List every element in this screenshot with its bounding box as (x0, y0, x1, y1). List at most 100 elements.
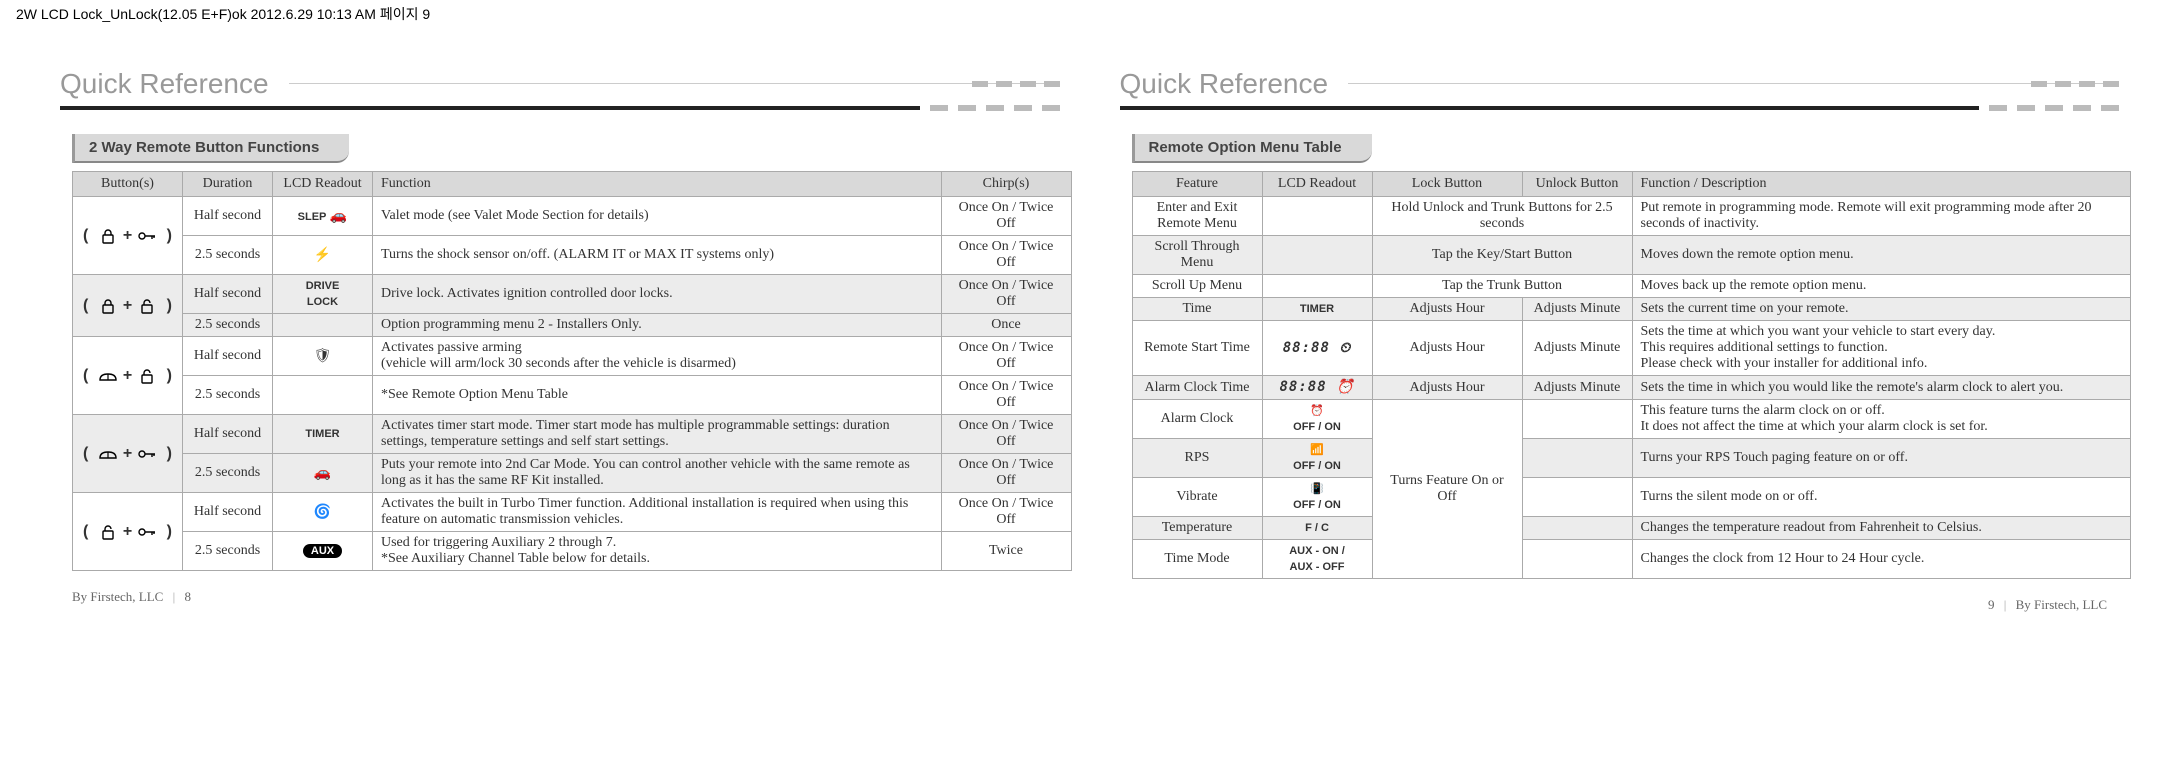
heavy-rule (1120, 106, 2120, 110)
desc-cell: Turns your RPS Touch paging feature on o… (1632, 439, 2131, 478)
footer-page: 9 (1988, 597, 1995, 612)
footer-page: 8 (184, 589, 191, 604)
function-cell: Activates passive arming (vehicle will a… (373, 337, 942, 376)
table-row: ( + )Half secondTIMERActivates timer sta… (73, 415, 1072, 454)
chirp-cell: Twice (941, 532, 1071, 571)
passive-icon: 🛡 (314, 349, 332, 364)
chirp-cell: Once On / Twice Off (941, 337, 1071, 376)
feature-cell: Scroll Up Menu (1132, 275, 1262, 298)
table-row: Vibrate📳 OFF / ONTurns the silent mode o… (1132, 478, 2131, 517)
table-row: 2.5 secondsAUXUsed for triggering Auxili… (73, 532, 1072, 571)
lock-icon (97, 298, 119, 314)
lcd-text: TIMER (305, 428, 339, 440)
lcd-cell: TIMER (1262, 298, 1372, 321)
table-row: 2.5 seconds 🚗 Puts your remote into 2nd C… (73, 454, 1072, 493)
desc-cell: Turns the silent mode on or off. (1632, 478, 2131, 517)
trunk-icon (97, 446, 119, 462)
function-cell: Activates timer start mode. Timer start … (373, 415, 942, 454)
option-menu-table: Feature LCD Readout Lock Button Unlock B… (1132, 171, 2132, 579)
lcd-cell: ⏰ OFF / ON (1262, 400, 1372, 439)
table-row: ( + )Half second 🛡Activates passive armi… (73, 337, 1072, 376)
function-cell: Valet mode (see Valet Mode Section for d… (373, 197, 942, 236)
col-feature: Feature (1132, 172, 1262, 197)
duration-cell: 2.5 seconds (183, 532, 273, 571)
button-functions-table: Button(s) Duration LCD Readout Function … (72, 171, 1072, 571)
feature-cell: Alarm Clock (1132, 400, 1262, 439)
unlock-cell: Adjusts Minute (1522, 298, 1632, 321)
table-row: Time ModeAUX - ON / AUX - OFF Changes the… (1132, 540, 2131, 579)
table-row: Enter and Exit Remote MenuHold Unlock an… (1132, 197, 2131, 236)
duration-cell: 2.5 seconds (183, 454, 273, 493)
table-row: Alarm Clock Time88:88 ⏰Adjusts HourAdjus… (1132, 376, 2131, 400)
feature-cell: Enter and Exit Remote Menu (1132, 197, 1262, 236)
desc-cell: Moves back up the remote option menu. (1632, 275, 2131, 298)
lcd-cell: TIMER (273, 415, 373, 454)
unlock-cell (1522, 400, 1632, 439)
table-row: ( + )Half second 🌀Activates the built in… (73, 493, 1072, 532)
lcd-cell: AUX - ON / AUX - OFF (1262, 540, 1372, 579)
lcd-cell: ⚡ (273, 236, 373, 275)
lock-cell: Adjusts Hour (1372, 298, 1522, 321)
lcd-cell (1262, 275, 1372, 298)
chirp-cell: Once On / Twice Off (941, 493, 1071, 532)
lcd-cell: 📶 OFF / ON (1262, 439, 1372, 478)
function-cell: Activates the built in Turbo Timer funct… (373, 493, 942, 532)
col-lcd: LCD Readout (1262, 172, 1372, 197)
lcd-cell (1262, 236, 1372, 275)
sleep-car-icon: 🚗 (330, 209, 347, 224)
feature-cell: Alarm Clock Time (1132, 376, 1262, 400)
unlock-cell (1522, 439, 1632, 478)
duration-cell: 2.5 seconds (183, 376, 273, 415)
desc-cell: Changes the clock from 12 Hour to 24 Hou… (1632, 540, 2131, 579)
unlock-cell (1522, 540, 1632, 579)
desc-cell: This feature turns the alarm clock on or… (1632, 400, 2131, 439)
desc-cell: Moves down the remote option menu. (1632, 236, 2131, 275)
lcd-cell: 88:88 ⏰ (1262, 376, 1372, 400)
button-combo-cell: ( + ) (73, 337, 183, 415)
lcd-text: TIMER (1300, 303, 1334, 315)
feature-cell: Scroll Through Menu (1132, 236, 1262, 275)
feature-cell: Time Mode (1132, 540, 1262, 579)
table-row: TimeTIMERAdjusts HourAdjusts MinuteSets … (1132, 298, 2131, 321)
lcd-text: 📳 OFF / ON (1293, 483, 1341, 511)
function-cell: Option programming menu 2 - Installers O… (373, 314, 942, 337)
desc-cell: Sets the current time on your remote. (1632, 298, 2131, 321)
lock-unlock-merged-cell: Tap the Key/Start Button (1372, 236, 1632, 275)
right-page: Quick Reference Remote Option Menu Table… (1120, 68, 2120, 613)
unlock-cell: Adjusts Minute (1522, 376, 1632, 400)
chirp-cell: Once On / Twice Off (941, 236, 1071, 275)
page-footer: 9 | By Firstech, LLC (1120, 597, 2120, 613)
2nd-car-icon: 🚗 (314, 466, 331, 481)
heavy-rule (60, 106, 1060, 110)
chirp-cell: Once On / Twice Off (941, 376, 1071, 415)
lcd-cell: AUX (273, 532, 373, 571)
table-row: 2.5 seconds*See Remote Option Menu Table… (73, 376, 1072, 415)
page-title: Quick Reference (1120, 68, 1329, 100)
desc-cell: Sets the time in which you would like th… (1632, 376, 2131, 400)
duration-cell: Half second (183, 337, 273, 376)
chirp-cell: Once (941, 314, 1071, 337)
key-icon (136, 524, 158, 540)
duration-cell: Half second (183, 415, 273, 454)
table-row: Scroll Up Menu Tap the Trunk ButtonMoves … (1132, 275, 2131, 298)
col-lock: Lock Button (1372, 172, 1522, 197)
lcd-text: ⏰ OFF / ON (1293, 405, 1341, 433)
desc-cell: Changes the temperature readout from Fah… (1632, 517, 2131, 540)
lock-cell: Adjusts Hour (1372, 321, 1522, 376)
button-combo-cell: ( + ) (73, 493, 183, 571)
duration-cell: Half second (183, 275, 273, 314)
button-combo-cell: ( + ) (73, 275, 183, 337)
table-row: Alarm Clock⏰ OFF / ONTurns Feature On or… (1132, 400, 2131, 439)
lcd-cell: 🌀 (273, 493, 373, 532)
function-cell: Puts your remote into 2nd Car Mode. You … (373, 454, 942, 493)
table-row: RPS📶 OFF / ONTurns your RPS Touch paging… (1132, 439, 2131, 478)
lock-unlock-merged-cell: Tap the Trunk Button (1372, 275, 1632, 298)
lock-cell: Adjusts Hour (1372, 376, 1522, 400)
turbo-icon: 🌀 (314, 505, 331, 520)
button-combo-cell: ( + ) (73, 415, 183, 493)
lcd-cell: DRIVE LOCK (273, 275, 373, 314)
table-row: Remote Start Time88:88 ⏲Adjusts HourAdju… (1132, 321, 2131, 376)
desc-cell: Sets the time at which you want your veh… (1632, 321, 2131, 376)
table-row: ( + )Half secondDRIVE LOCKDrive lock. Ac… (73, 275, 1072, 314)
left-page: Quick Reference 2 Way Remote Button Func… (60, 68, 1060, 613)
